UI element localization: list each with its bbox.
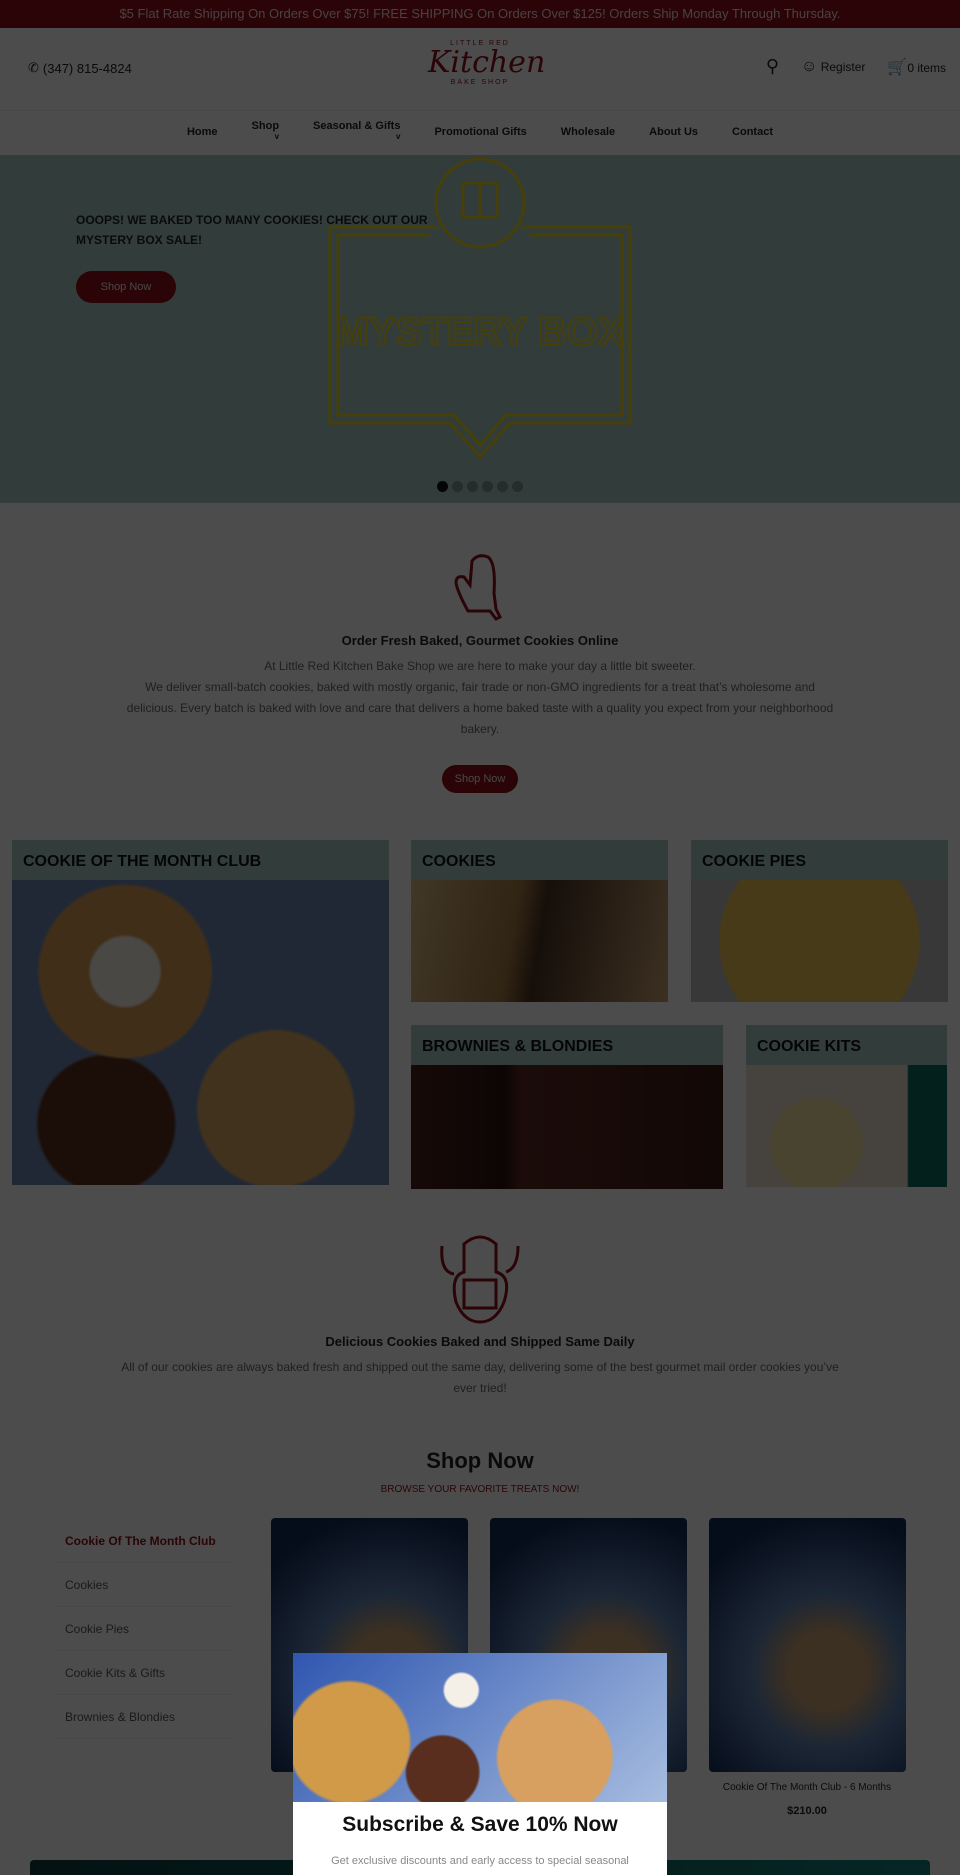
hero-shop-now-button[interactable]: Shop Now — [76, 271, 176, 303]
category-cookie-pies[interactable]: COOKIE PIES — [691, 840, 948, 1002]
category-label: COOKIE PIES — [702, 853, 807, 870]
nav-seasonal-gifts[interactable]: Seasonal & Gifts v — [313, 120, 400, 155]
shop-now-title: Shop Now — [426, 1448, 534, 1473]
shop-category-list: Cookie Of The Month Club Cookies Cookie … — [54, 1519, 234, 1739]
shop-category-item[interactable]: Cookie Kits & Gifts — [54, 1651, 234, 1695]
slide-dot[interactable] — [497, 481, 508, 492]
category-cookies[interactable]: COOKIES — [411, 840, 668, 1002]
category-label: COOKIE KITS — [757, 1038, 862, 1055]
nav-label: Promotional Gifts — [434, 126, 527, 138]
category-brownies-blondies[interactable]: BROWNIES & BLONDIES — [411, 1025, 723, 1189]
dimmed-page-behind-modal: $5 Flat Rate Shipping On Orders Over $75… — [0, 0, 960, 1875]
popup-title: Subscribe & Save 10% Now — [342, 1813, 618, 1836]
nav-label: Seasonal & Gifts — [313, 120, 401, 132]
hero-headline: OOOPS! WE BAKED TOO MANY COOKIES! CHECK … — [76, 213, 428, 247]
intro-section: Order Fresh Baked, Gourmet Cookies Onlin… — [0, 633, 960, 740]
nav-promotional-gifts[interactable]: Promotional Gifts — [434, 126, 526, 155]
nav-label: About Us — [649, 126, 699, 138]
cart-count: 0 items — [907, 60, 946, 75]
chevron-down-icon: v — [274, 132, 280, 141]
intro-line1: At Little Red Kitchen Bake Shop we are h… — [264, 659, 696, 673]
oven-mitt-icon — [454, 554, 503, 621]
logo-bottom: BAKE SHOP — [450, 79, 510, 86]
intro-shop-now-button[interactable]: Shop Now — [442, 765, 518, 793]
nav-label: Shop — [251, 120, 280, 132]
shop-category-item[interactable]: Cookie Pies — [54, 1607, 234, 1651]
mystery-box-text: MYSTERY BOX — [336, 310, 625, 354]
chevron-down-icon: v — [396, 132, 401, 141]
slider-dots — [437, 481, 523, 492]
category-cookie-kits[interactable]: COOKIE KITS — [746, 1025, 947, 1187]
category-label: COOKIE OF THE MONTH CLUB — [23, 853, 262, 870]
category-image — [12, 880, 389, 1185]
category-cookie-of-the-month-club[interactable]: COOKIE OF THE MONTH CLUB — [12, 840, 389, 1185]
nav-wholesale[interactable]: Wholesale — [561, 126, 615, 155]
slide-dot[interactable] — [512, 481, 523, 492]
daily-section: Delicious Cookies Baked and Shipped Same… — [0, 1334, 960, 1399]
basket-icon: 🛒 — [887, 58, 908, 76]
site-header: ✆ (347) 815-4824 LITTLE RED Kitchen BAKE… — [0, 28, 960, 111]
shop-category-item[interactable]: Cookie Of The Month Club — [54, 1519, 234, 1563]
cart-link[interactable]: 🛒0 items — [887, 57, 946, 77]
register-label: Register — [820, 59, 866, 74]
intro-line2: We deliver small-batch cookies, baked wi… — [126, 680, 834, 736]
phone-number: (347) 815-4824 — [42, 60, 132, 76]
category-label: BROWNIES & BLONDIES — [422, 1038, 614, 1055]
popup-text: Get exclusive discounts and early access… — [331, 1855, 629, 1867]
product-price: $210.00 — [787, 1805, 827, 1817]
slide-dot[interactable] — [467, 481, 478, 492]
slide-dot[interactable] — [437, 481, 448, 492]
apron-icon — [440, 1235, 520, 1324]
nav-shop[interactable]: Shop v — [252, 120, 280, 155]
intro-title: Order Fresh Baked, Gourmet Cookies Onlin… — [341, 633, 619, 648]
main-nav: Home Shop v Seasonal & Gifts v Promotional… — [0, 111, 960, 155]
search-icon[interactable]: ⚲ — [766, 56, 779, 77]
subscribe-popup: Subscribe & Save 10% Now Get exclusive d… — [293, 1653, 667, 1875]
shop-category-item[interactable]: Cookies — [54, 1563, 234, 1607]
hero-slider[interactable]: MYSTERY BOX OOOPS! WE BAKED TOO MANY COO… — [0, 155, 960, 503]
slide-dot[interactable] — [482, 481, 493, 492]
logo[interactable]: LITTLE RED Kitchen BAKE SHOP — [428, 40, 546, 100]
nav-about-us[interactable]: About Us — [649, 126, 698, 155]
shop-category-item[interactable]: Brownies & Blondies — [54, 1695, 234, 1739]
category-image — [746, 1065, 947, 1187]
nav-contact[interactable]: Contact — [732, 126, 773, 155]
logo-main: Kitchen — [428, 45, 546, 80]
category-image — [411, 1065, 723, 1189]
user-icon: ☺ — [801, 57, 818, 75]
shipping-banner: $5 Flat Rate Shipping On Orders Over $75… — [0, 0, 960, 28]
product-image[interactable] — [709, 1518, 906, 1772]
slide-dot[interactable] — [452, 481, 463, 492]
product-title[interactable]: Cookie Of The Month Club - 6 Months — [697, 1782, 917, 1793]
popup-cookies-image — [293, 1653, 667, 1802]
phone-icon: ✆ — [28, 60, 39, 75]
daily-text: All of our cookies are always baked fres… — [121, 1360, 839, 1395]
nav-label: Home — [186, 126, 218, 138]
category-label: COOKIES — [422, 853, 496, 870]
nav-label: Contact — [732, 126, 773, 138]
register-link[interactable]: ☺ Register — [801, 58, 865, 76]
category-image — [691, 880, 948, 1002]
nav-label: Wholesale — [560, 126, 616, 138]
nav-home[interactable]: Home — [187, 126, 218, 155]
daily-title: Delicious Cookies Baked and Shipped Same… — [325, 1334, 635, 1349]
category-image — [411, 880, 668, 1002]
phone-link[interactable]: ✆ (347) 815-4824 — [28, 60, 132, 76]
shop-now-subtitle: BROWSE YOUR FAVORITE TREATS NOW! — [380, 1484, 580, 1495]
mystery-box-image: MYSTERY BOX — [328, 157, 632, 460]
